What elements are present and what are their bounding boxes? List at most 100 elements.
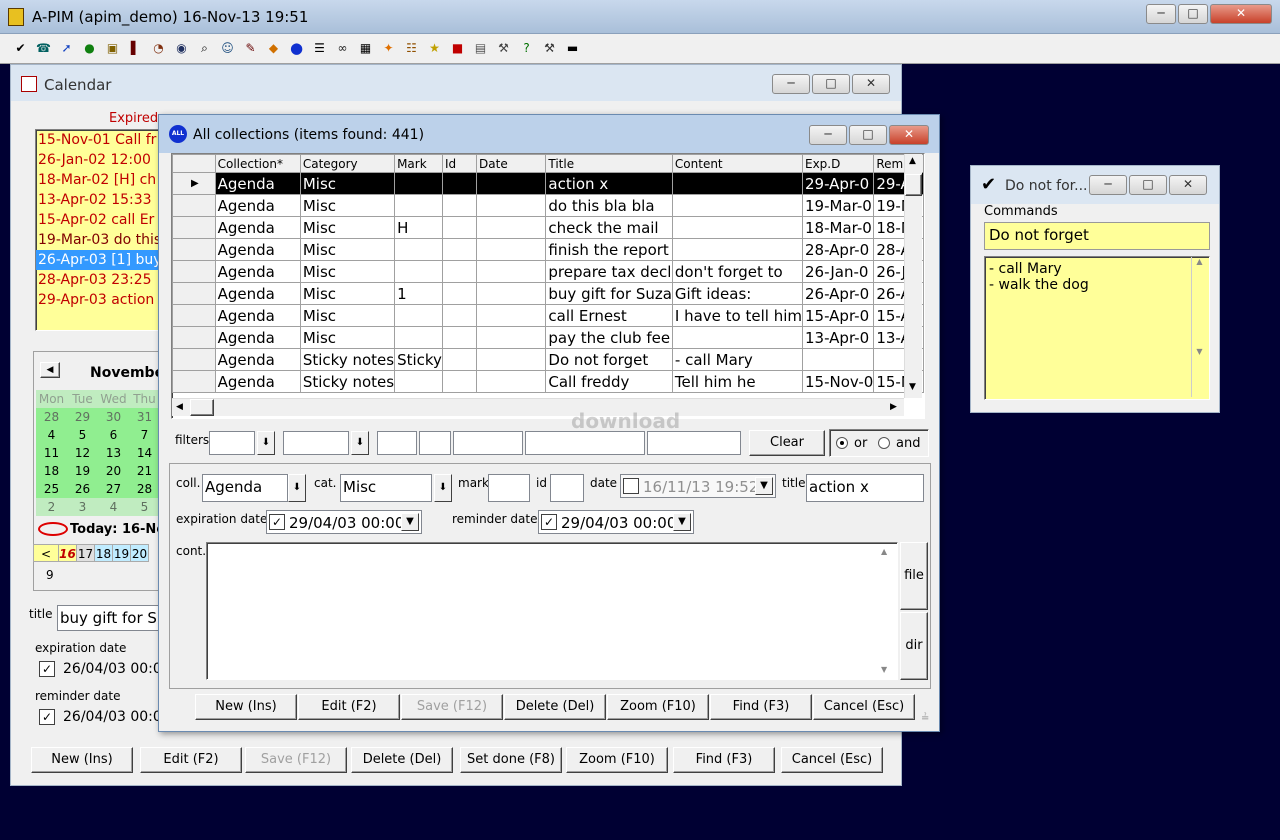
table-cell[interactable] [441, 304, 478, 327]
row-indicator[interactable] [172, 326, 216, 349]
cal-title-field[interactable]: buy gift for Su [57, 605, 167, 631]
expired-item[interactable]: 13-Apr-02 15:33 [36, 190, 158, 210]
calendar-close[interactable]: ✕ [852, 74, 890, 94]
table-cell[interactable]: Call freddy [545, 370, 673, 393]
table-cell[interactable]: Agenda [214, 282, 301, 305]
table-cell[interactable]: Tell him he [671, 370, 804, 393]
table-cell[interactable]: call Ernest [545, 304, 673, 327]
table-cell[interactable]: 26-Apr-0 [801, 282, 875, 305]
table-cell[interactable]: Agenda [214, 194, 301, 217]
rem-checkbox[interactable]: ✓ [541, 514, 557, 530]
table-cell[interactable] [441, 348, 478, 371]
rem-picker[interactable]: ✓ 29/04/03 00:00 ▼ [538, 510, 694, 534]
strip-day[interactable]: 18 [94, 544, 113, 562]
note-scrollbar[interactable]: ▲ ▼ [1191, 257, 1207, 397]
column-header[interactable]: Mark [394, 154, 443, 173]
day-cell[interactable]: 26 [67, 480, 98, 498]
table-cell[interactable]: Misc [299, 194, 396, 217]
coll-zoom-button[interactable]: Zoom (F10) [607, 694, 709, 720]
table-cell[interactable]: Agenda [214, 326, 301, 349]
row-indicator[interactable] [172, 370, 216, 393]
close-button[interactable]: ✕ [1210, 4, 1272, 24]
row-indicator[interactable] [172, 216, 216, 239]
cat-dropdown[interactable]: ⬇ [434, 474, 452, 502]
table-cell[interactable]: Do not forget [545, 348, 673, 371]
row-indicator[interactable] [172, 304, 216, 327]
sticky-note-title[interactable]: Do not forget [984, 222, 1210, 250]
table-cell[interactable]: finish the report [545, 238, 673, 261]
tools-icon[interactable]: ⚒ [495, 40, 512, 57]
filter-mark[interactable] [377, 431, 417, 455]
table-cell[interactable]: Agenda [214, 216, 301, 239]
table-cell[interactable]: I have to tell him [671, 304, 804, 327]
minimize-button[interactable]: ─ [1146, 4, 1176, 24]
table-cell[interactable]: action x [545, 172, 673, 195]
column-header[interactable]: Title [545, 154, 673, 173]
check-icon[interactable]: ✔ [12, 40, 29, 57]
box-icon[interactable]: ◆ [265, 40, 282, 57]
table-row[interactable]: Agenda Sticky notes Sticky Do not forget - c… [172, 348, 924, 371]
strip-day[interactable]: 19 [112, 544, 131, 562]
coll-delete-button[interactable]: Delete (Del) [504, 694, 606, 720]
binoculars-icon[interactable]: ∞ [334, 40, 351, 57]
row-indicator[interactable] [172, 282, 216, 305]
table-cell[interactable] [671, 326, 804, 349]
calendar-minimize[interactable]: ─ [772, 74, 810, 94]
table-cell[interactable] [441, 194, 478, 217]
day-cell[interactable]: 7 [129, 426, 160, 444]
phone-icon[interactable]: ☎ [35, 40, 52, 57]
table-row[interactable]: Agenda Misc 1 buy gift for Suza Gift ideas: 2… [172, 282, 924, 305]
table-row[interactable]: Agenda Misc prepare tax decl don't forget t… [172, 260, 924, 283]
strip-day[interactable]: < [33, 544, 59, 562]
table-cell[interactable]: Misc [299, 326, 396, 349]
table-cell[interactable]: Agenda [214, 172, 301, 195]
table-cell[interactable]: check the mail [545, 216, 673, 239]
table-cell[interactable]: Agenda [214, 260, 301, 283]
column-header[interactable]: Date [476, 154, 547, 173]
scroll-down-icon[interactable]: ▼ [909, 382, 916, 392]
maximize-button[interactable]: □ [1178, 4, 1208, 24]
table-cell[interactable] [476, 282, 547, 305]
day-cell[interactable]: 21 [129, 462, 160, 480]
filter-date[interactable] [453, 431, 523, 455]
expired-item[interactable]: 29-Apr-03 action [36, 290, 158, 310]
table-cell[interactable] [441, 370, 478, 393]
table-cell[interactable]: Agenda [214, 304, 301, 327]
table-cell[interactable]: 15-Apr-0 [801, 304, 875, 327]
exp-dropdown[interactable]: ▼ [401, 513, 419, 531]
day-cell[interactable]: 28 [129, 480, 160, 498]
resize-grip-icon[interactable]: ≟ [921, 713, 929, 724]
table-cell[interactable]: do this bla bla [545, 194, 673, 217]
day-cell[interactable]: 3 [67, 498, 98, 516]
cal-rem-checkbox[interactable]: ✓ [39, 709, 55, 725]
date-dropdown[interactable]: ▼ [755, 477, 773, 495]
table-cell[interactable] [441, 238, 478, 261]
column-header[interactable]: Exp.D [801, 154, 875, 173]
table-row[interactable]: Agenda Misc pay the club fee 13-Apr-0 13-Ap [172, 326, 924, 349]
row-indicator[interactable] [172, 348, 216, 371]
scroll-thumb[interactable] [905, 174, 922, 196]
monitor-icon[interactable]: ▬ [564, 40, 581, 57]
stamp-icon[interactable]: ■ [449, 40, 466, 57]
cal-edit-button[interactable]: Edit (F2) [140, 747, 242, 773]
table-cell[interactable] [476, 260, 547, 283]
cal-zoom-button[interactable]: Zoom (F10) [566, 747, 668, 773]
expired-item[interactable]: 19-Mar-03 do this [36, 230, 158, 250]
table-cell[interactable]: Gift ideas: [671, 282, 804, 305]
cal-set-done-button[interactable]: Set done (F8) [460, 747, 562, 773]
table-cell[interactable] [441, 260, 478, 283]
table-cell[interactable] [671, 172, 804, 195]
and-radio[interactable] [878, 437, 890, 449]
table-row[interactable]: Agenda Misc do this bla bla 19-Mar-0 19-Ma [172, 194, 924, 217]
date-checkbox[interactable] [623, 478, 639, 494]
day-cell[interactable]: 13 [98, 444, 129, 462]
table-cell[interactable] [671, 194, 804, 217]
cal-save-button[interactable]: Save (F12) [245, 747, 347, 773]
table-icon[interactable]: ▦ [357, 40, 374, 57]
table-cell[interactable]: 13-Apr-0 [801, 326, 875, 349]
day-cell[interactable]: 11 [36, 444, 67, 462]
table-cell[interactable]: 15-Nov-0 [801, 370, 875, 393]
date-picker[interactable]: 16/11/13 19:52 ▼ [620, 474, 776, 498]
coll-cancel-button[interactable]: Cancel (Esc) [813, 694, 915, 720]
collections-close[interactable]: ✕ [889, 125, 929, 145]
